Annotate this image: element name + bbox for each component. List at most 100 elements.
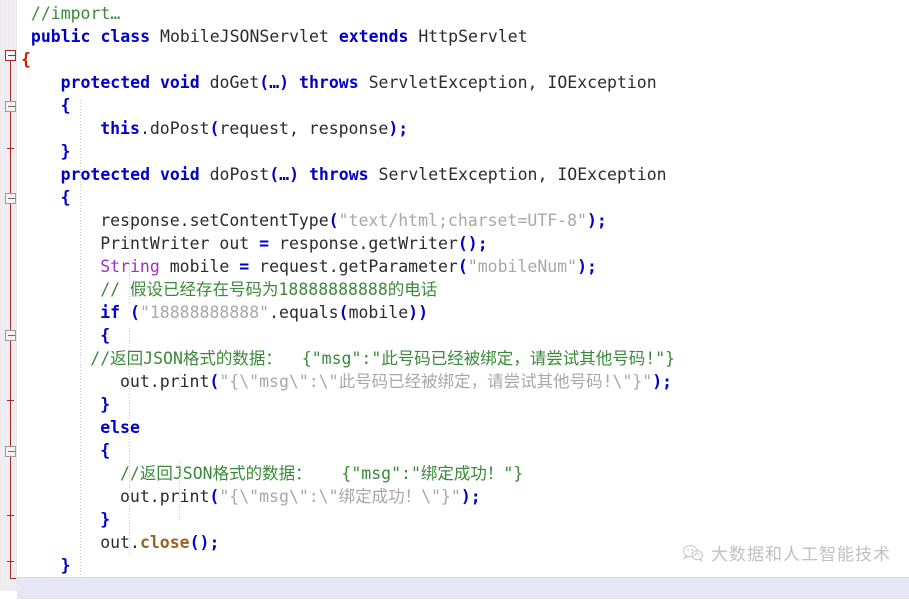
code-token: request, response <box>219 119 389 138</box>
fold-collapse-icon[interactable] <box>5 193 16 204</box>
code-line[interactable]: this.doPost(request, response); <box>100 117 408 140</box>
code-token: doPost <box>209 165 270 184</box>
code-line[interactable]: } <box>100 393 110 416</box>
code-token: } <box>100 510 111 529</box>
fold-collapse-icon[interactable] <box>5 446 16 457</box>
code-token: if <box>100 303 121 322</box>
fold-collapse-icon[interactable] <box>5 101 16 112</box>
code-token: protected <box>60 165 150 184</box>
code-token: { <box>100 441 111 460</box>
code-line[interactable]: { <box>61 94 71 117</box>
code-token: "{\"msg\":\" <box>219 487 339 506</box>
code-token: ( <box>130 303 140 322</box>
code-line[interactable]: //import… <box>31 2 120 25</box>
code-token: this <box>100 119 140 138</box>
code-surface[interactable]: //import… public class MobileJSONServlet … <box>17 0 909 598</box>
code-token: ); <box>652 372 673 391</box>
fold-tick <box>7 515 14 516</box>
code-token: ); <box>460 487 481 506</box>
current-line-top-border <box>17 577 909 578</box>
minus-icon <box>8 106 15 107</box>
code-line[interactable]: String mobile = request.getParameter("mo… <box>100 255 597 278</box>
indent-guide <box>80 100 81 578</box>
code-token: ( <box>209 487 220 506</box>
code-line[interactable]: protected void doPost(…) throws ServletE… <box>61 163 667 186</box>
fold-tick <box>7 561 14 562</box>
code-token: 此号码已经被绑定，请尝试其他号码 <box>338 372 603 391</box>
code-token: 绑定成功！ <box>338 487 422 506</box>
code-token: protected <box>60 73 150 92</box>
watermark-text: 大数据和人工智能技术 <box>711 545 891 565</box>
code-line[interactable]: out.print("{\"msg\":\"绑定成功！\"}"); <box>120 485 481 508</box>
code-line[interactable]: { <box>100 439 110 462</box>
code-token: 18888888888 <box>278 280 388 299</box>
code-line[interactable]: out.print("{\"msg\":\"此号码已经被绑定，请尝试其他号码!\… <box>120 370 672 393</box>
code-token: {"msg":" <box>311 464 421 483</box>
code-token: { <box>60 188 71 207</box>
fold-collapse-icon[interactable] <box>5 330 16 341</box>
fold-range-line <box>10 56 11 578</box>
code-token: extends <box>338 27 409 46</box>
code-line[interactable]: protected void doGet(…) throws ServletEx… <box>61 71 657 94</box>
code-token: doPost <box>149 119 210 138</box>
code-token: close <box>139 533 190 552</box>
current-line-highlight <box>17 577 909 599</box>
code-line[interactable]: else <box>100 416 140 439</box>
code-token: "mobileNum" <box>467 257 578 276</box>
code-token: 绑定成功！ <box>420 464 504 483</box>
code-token: out.print <box>120 487 210 506</box>
fold-tick <box>7 400 14 401</box>
code-token: (…) <box>259 73 290 92</box>
code-token: mobile <box>348 303 409 322</box>
code-token: !"} <box>645 349 676 368</box>
code-line[interactable]: public class MobileJSONServlet extends H… <box>31 25 528 48</box>
indent-guide <box>179 374 180 392</box>
wechat-icon <box>682 544 704 562</box>
code-editor[interactable]: //import… public class MobileJSONServlet … <box>0 0 909 599</box>
code-token: JSON <box>143 349 183 368</box>
code-line[interactable]: } <box>61 140 71 163</box>
code-line[interactable]: { <box>61 186 71 209</box>
code-token: . <box>139 119 150 138</box>
code-line[interactable]: //返回JSON格式的数据： {"msg":"绑定成功！"} <box>120 462 523 485</box>
minus-icon <box>8 335 15 336</box>
code-token: ( <box>209 119 220 138</box>
code-token: { <box>21 50 31 69</box>
fold-gutter[interactable] <box>0 0 16 591</box>
code-token: 此号码已经被绑定，请尝试其他号码 <box>381 349 646 368</box>
code-line[interactable]: PrintWriter out = response.getWriter(); <box>100 232 487 255</box>
code-line[interactable]: } <box>100 508 110 531</box>
code-token: request.getParameter <box>249 257 458 276</box>
code-line[interactable]: } <box>61 554 71 577</box>
code-token: 格式的数据： <box>182 349 282 368</box>
code-token: response.getWriter <box>269 234 458 253</box>
minus-icon <box>8 198 15 199</box>
code-token: "18888888888" <box>139 303 270 322</box>
code-token: throws <box>299 73 359 92</box>
code-line[interactable]: //返回JSON格式的数据： {"msg":"此号码已经被绑定，请尝试其他号码!… <box>90 347 675 370</box>
code-token: } <box>60 556 71 575</box>
code-line[interactable]: response.setContentType("text/html;chars… <box>100 209 607 232</box>
code-token: ); <box>586 211 607 230</box>
code-token: void <box>159 165 200 184</box>
fold-end-marker <box>10 578 16 579</box>
code-token: ServletException, IOException <box>368 73 657 92</box>
code-token: { <box>60 96 71 115</box>
code-line[interactable]: { <box>21 48 31 71</box>
code-line[interactable]: // 假设已经存在号码为18888888888的电话 <box>100 278 437 301</box>
code-line[interactable]: { <box>100 324 110 347</box>
code-line[interactable]: out.close(); <box>100 531 219 554</box>
code-line[interactable]: if ("18888888888".equals(mobile)) <box>100 301 428 324</box>
code-token: ( <box>338 303 349 322</box>
fold-collapse-icon[interactable] <box>5 50 16 61</box>
code-token: } <box>100 395 111 414</box>
